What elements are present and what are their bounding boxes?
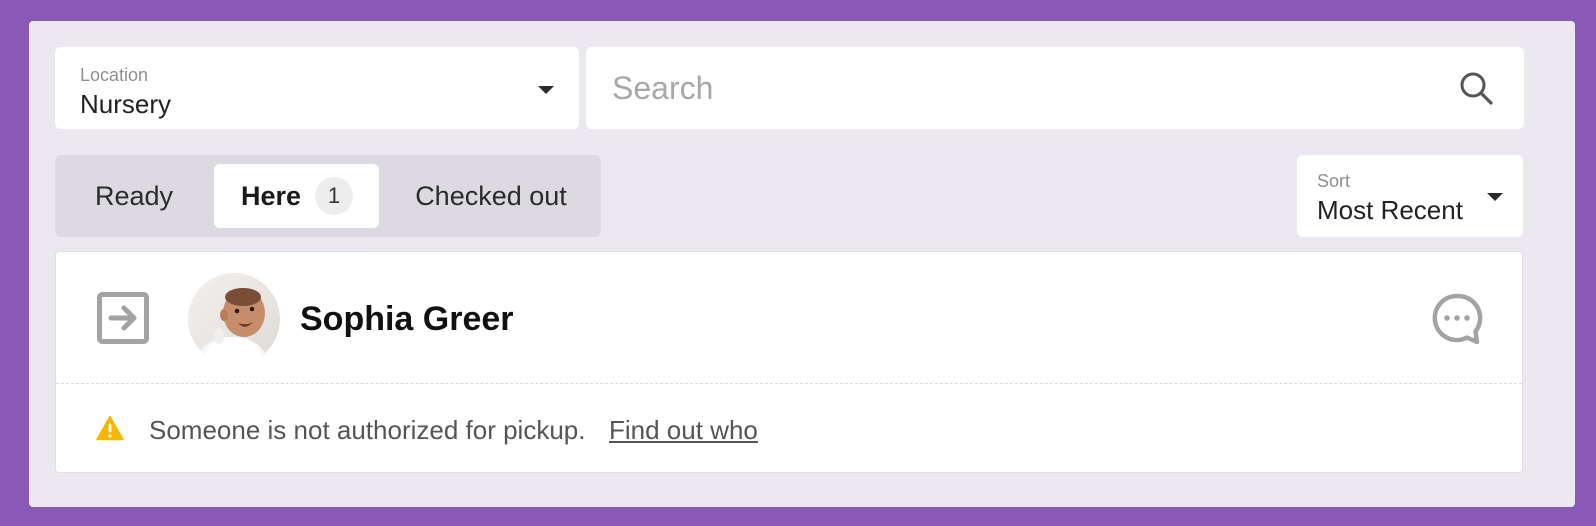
- chat-bubble-icon[interactable]: [1430, 292, 1484, 346]
- warning-icon: [96, 415, 124, 441]
- person-name[interactable]: Sophia Greer: [300, 300, 514, 339]
- search-icon[interactable]: [1458, 70, 1494, 106]
- tab-checked-out-label: Checked out: [415, 180, 567, 211]
- attendee-list: Sophia Greer Someone is not authorized f…: [55, 251, 1523, 473]
- sort-value: Most Recent: [1317, 195, 1463, 225]
- baby-photo-icon: [188, 273, 280, 365]
- location-value: Nursery: [80, 89, 172, 119]
- search-box: [586, 47, 1524, 129]
- tab-ready[interactable]: Ready: [69, 164, 199, 228]
- location-label: Location: [80, 65, 149, 85]
- chevron-down-icon: [1487, 193, 1503, 201]
- pickup-alert: Someone is not authorized for pickup. Fi…: [56, 385, 1522, 473]
- find-out-who-link[interactable]: Find out who: [609, 415, 758, 446]
- avatar: [188, 273, 280, 365]
- check-out-icon[interactable]: [97, 292, 149, 344]
- search-input[interactable]: [586, 47, 1446, 129]
- status-tabs: Ready Here 1 Checked out: [55, 155, 601, 237]
- checkin-panel: Location Nursery Ready Here 1 Checked ou…: [29, 21, 1575, 507]
- chevron-down-icon: [538, 86, 554, 94]
- sort-select[interactable]: Sort Most Recent: [1297, 155, 1523, 237]
- count-badge: 1: [315, 177, 354, 215]
- tab-here[interactable]: Here 1: [214, 164, 379, 228]
- alert-text: Someone is not authorized for pickup.: [149, 415, 586, 445]
- tab-ready-label: Ready: [94, 180, 174, 211]
- sort-label: Sort: [1317, 171, 1351, 191]
- list-item: Sophia Greer: [56, 252, 1522, 384]
- tab-here-label: Here: [241, 180, 302, 211]
- tab-checked-out[interactable]: Checked out: [394, 164, 588, 228]
- location-select[interactable]: Location Nursery: [55, 47, 579, 129]
